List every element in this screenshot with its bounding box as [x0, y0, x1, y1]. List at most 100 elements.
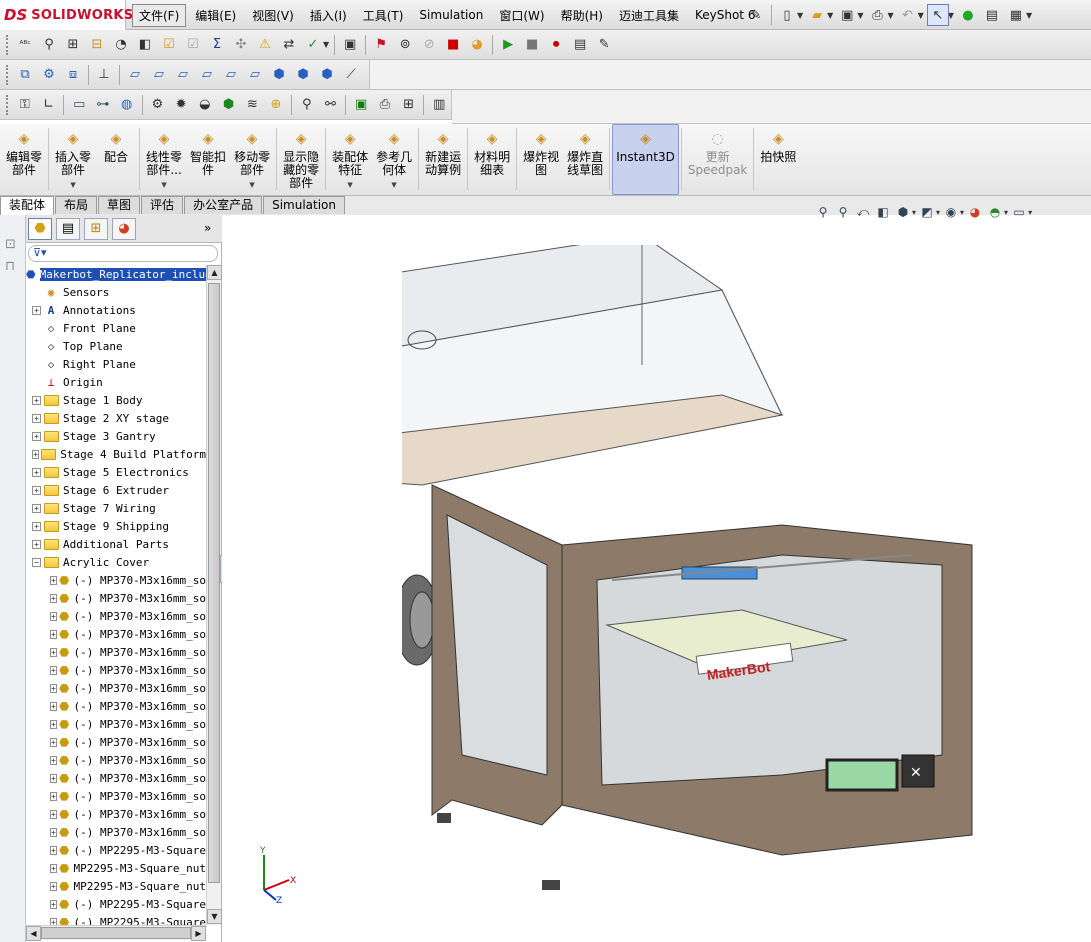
tab-2[interactable]: 草图	[98, 196, 141, 214]
graphics-area[interactable]: MakerBot ✕ Y X Z	[222, 215, 1091, 942]
bottom-view-icon[interactable]: ▱	[244, 64, 266, 86]
menu-item[interactable]: 视图(V)	[245, 4, 301, 27]
menu-item[interactable]: 迈迪工具集	[612, 4, 686, 27]
tree-item[interactable]: ⬣ Makerbot_Replicator_includ	[26, 265, 206, 283]
tree-item[interactable]: + ⬣ MP2295-M3-Square_nut	[26, 877, 206, 895]
tree-item[interactable]: + Stage 9 Shipping	[26, 517, 206, 535]
isometric-icon[interactable]: ⬢	[268, 64, 290, 86]
zoom-to-fit-icon[interactable]: ⚲	[814, 203, 832, 221]
tree-item[interactable]: + ⬣ (-) MP370-M3x16mm_so	[26, 805, 206, 823]
sum-icon[interactable]: Σ	[206, 34, 228, 56]
assembly-feature-button[interactable]: ◈ 装配体 特征 ▼	[328, 124, 372, 195]
tree-item[interactable]: ◉ Sensors	[26, 283, 206, 301]
tree-item[interactable]: + ⬣ (-) MP2295-M3-Square	[26, 913, 206, 925]
expand-icon[interactable]: +	[32, 467, 41, 477]
location-pin-icon[interactable]: ⬢	[218, 94, 240, 116]
equations-icon[interactable]: ✓	[302, 34, 324, 56]
tree-item[interactable]: + ⬣ (-) MP370-M3x16mm_so	[26, 625, 206, 643]
open-icon[interactable]: ▰	[806, 4, 828, 26]
options-icon[interactable]: ▦	[1005, 4, 1027, 26]
expand-icon[interactable]: +	[50, 629, 57, 639]
expand-icon[interactable]: +	[50, 791, 57, 801]
linear-pattern-button[interactable]: ◈ 线性零 部件... ▼	[142, 124, 186, 195]
dimetric-icon[interactable]: ⬢	[316, 64, 338, 86]
rebuild-icon[interactable]: ▣	[339, 34, 361, 56]
tree-item[interactable]: + A Annotations	[26, 301, 206, 319]
menu-item[interactable]: 窗口(W)	[492, 4, 551, 27]
tab-5[interactable]: Simulation	[263, 196, 345, 214]
snapshot-button[interactable]: ◈ 拍快照	[756, 124, 800, 195]
play-icon[interactable]: ▶	[497, 34, 519, 56]
tree-item[interactable]: + Stage 2 XY stage	[26, 409, 206, 427]
solidworks-logo[interactable]: DS SOLIDWORKS	[0, 0, 133, 30]
view-previous-icon[interactable]: ⧈	[62, 64, 84, 86]
expand-icon[interactable]: +	[50, 863, 57, 873]
top-view-icon[interactable]: ▱	[220, 64, 242, 86]
instant3d-button[interactable]: ◈ Instant3D	[612, 124, 679, 195]
tree-item[interactable]: + ⬣ (-) MP2295-M3-Square	[26, 841, 206, 859]
expand-icon[interactable]: +	[32, 503, 41, 513]
back-view-icon[interactable]: ▱	[148, 64, 170, 86]
expand-icon[interactable]: +	[32, 539, 41, 549]
expand-icon[interactable]: +	[50, 845, 57, 855]
scroll-up-button[interactable]: ▲	[207, 265, 222, 280]
expand-icon[interactable]: +	[50, 701, 57, 711]
interference-icon[interactable]: ✣	[230, 34, 252, 56]
expand-icon[interactable]: +	[50, 809, 57, 819]
expand-icon[interactable]: +	[50, 899, 57, 909]
view-selector-icon[interactable]: ⟋	[340, 64, 362, 86]
tree-item[interactable]: + ⬣ (-) MP370-M3x16mm_so	[26, 751, 206, 769]
pin-icon[interactable]: ✎	[745, 4, 767, 26]
expand-icon[interactable]: +	[50, 773, 57, 783]
key-icon[interactable]: ⚿	[14, 94, 36, 116]
expand-icon[interactable]: +	[32, 485, 41, 495]
expand-icon[interactable]: +	[50, 827, 57, 837]
tree-item[interactable]: + ⬣ (-) MP370-M3x16mm_so	[26, 589, 206, 607]
configuration-tab-icon[interactable]: ⊞	[84, 217, 108, 240]
menu-item[interactable]: 编辑(E)	[188, 4, 243, 27]
dropdown-caret-icon[interactable]: ▼	[161, 179, 166, 192]
macro-edit-icon[interactable]: ✎	[593, 34, 615, 56]
collapse-icon[interactable]: −	[32, 557, 41, 567]
dropdown-caret-icon[interactable]: ▼	[391, 179, 396, 192]
menu-item[interactable]: 插入(I)	[303, 4, 354, 27]
expand-icon[interactable]: +	[50, 737, 57, 747]
smart-fastener-button[interactable]: ◈ 智能扣 件	[186, 124, 230, 195]
view-settings-icon[interactable]: ⚙	[38, 64, 60, 86]
new-document-icon[interactable]: ▯	[776, 4, 798, 26]
bowl-icon[interactable]: ◒	[194, 94, 216, 116]
measure-icon[interactable]: ⊟	[86, 34, 108, 56]
edit-component-button[interactable]: ◈ 编辑零 部件	[2, 124, 46, 195]
scroll-left-button[interactable]: ◀	[26, 926, 41, 941]
hide-show-icon[interactable]: ◉	[942, 203, 960, 221]
tree-item[interactable]: ⊥ Origin	[26, 373, 206, 391]
save-icon[interactable]: ▣	[836, 4, 858, 26]
tree-item[interactable]: + Stage 6 Extruder	[26, 481, 206, 499]
step-icon[interactable]: ⊓	[5, 259, 15, 274]
format-painter-icon[interactable]: ⚲	[38, 34, 60, 56]
motion-study-button[interactable]: ◈ 新建运 动算例	[421, 124, 465, 195]
flag-icon[interactable]: ⚑	[370, 34, 392, 56]
move-component-button[interactable]: ◈ 移动零 部件 ▼	[230, 124, 274, 195]
binoculars-icon[interactable]: ⚯	[320, 94, 342, 116]
zoom-area-icon[interactable]: ⚲	[834, 203, 852, 221]
menu-item[interactable]: Simulation	[412, 5, 490, 25]
tab-4[interactable]: 办公室产品	[184, 196, 263, 214]
tree-horizontal-scrollbar[interactable]: ◀ ▶	[26, 925, 206, 941]
scroll-down-button[interactable]: ▼	[207, 909, 222, 924]
color-square-icon[interactable]: ■	[442, 34, 464, 56]
bearing-icon[interactable]: ⊕	[265, 94, 287, 116]
previous-view-icon[interactable]: ⤺	[854, 203, 872, 221]
tree-item[interactable]: + Stage 3 Gantry	[26, 427, 206, 445]
select-pointer-icon[interactable]: ↖	[926, 4, 949, 26]
hierarchy-icon[interactable]: ⊶	[92, 94, 114, 116]
link-icon[interactable]: ⊚	[394, 34, 416, 56]
expand-icon[interactable]: +	[50, 881, 57, 891]
tree-item[interactable]: + ⬣ (-) MP2295-M3-Square	[26, 895, 206, 913]
spellcheck-icon[interactable]: ᴬᴮᶜ	[14, 34, 36, 56]
tab-0[interactable]: 装配体	[0, 196, 55, 215]
expand-icon[interactable]: +	[50, 665, 57, 675]
expand-icon[interactable]: +	[32, 413, 41, 423]
speedpak-button[interactable]: ◌ 更新 Speedpak	[684, 124, 752, 195]
bom-button[interactable]: ◈ 材料明 细表	[470, 124, 514, 195]
